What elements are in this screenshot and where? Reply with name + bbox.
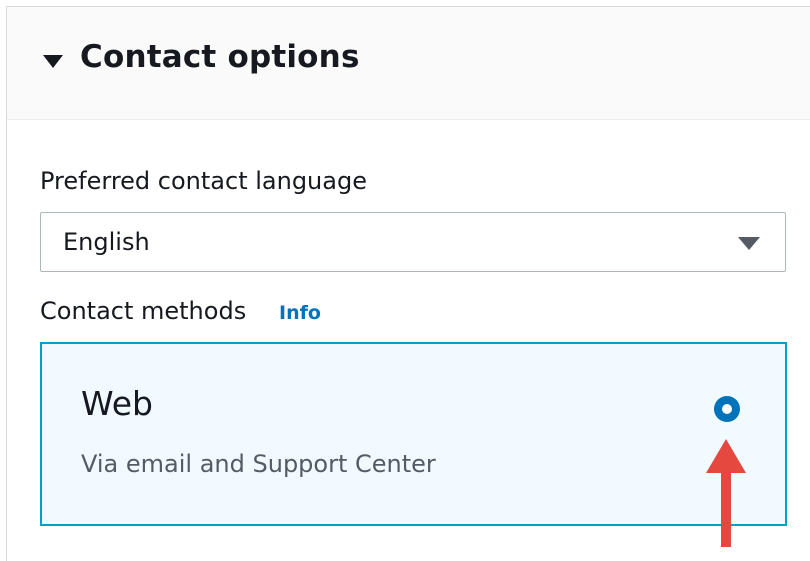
- option-title: Web: [81, 384, 153, 423]
- panel-header-toggle[interactable]: Contact options: [7, 7, 810, 120]
- contact-options-panel: Contact options Preferred contact langua…: [6, 6, 810, 561]
- language-select[interactable]: English: [40, 212, 786, 272]
- language-label: Preferred contact language: [40, 167, 367, 195]
- dropdown-caret-icon: [738, 237, 760, 250]
- red-arrow-up-icon: [706, 439, 746, 547]
- language-select-value: English: [63, 228, 150, 256]
- contact-method-web-option[interactable]: Web Via email and Support Center: [40, 342, 787, 526]
- contact-methods-label: Contact methods: [40, 297, 247, 325]
- radio-dot: [722, 404, 732, 414]
- info-link[interactable]: Info: [279, 302, 321, 324]
- panel-title: Contact options: [80, 39, 360, 75]
- caret-down-icon: [43, 55, 63, 68]
- radio-selected-icon[interactable]: [714, 396, 740, 422]
- option-description: Via email and Support Center: [81, 450, 436, 478]
